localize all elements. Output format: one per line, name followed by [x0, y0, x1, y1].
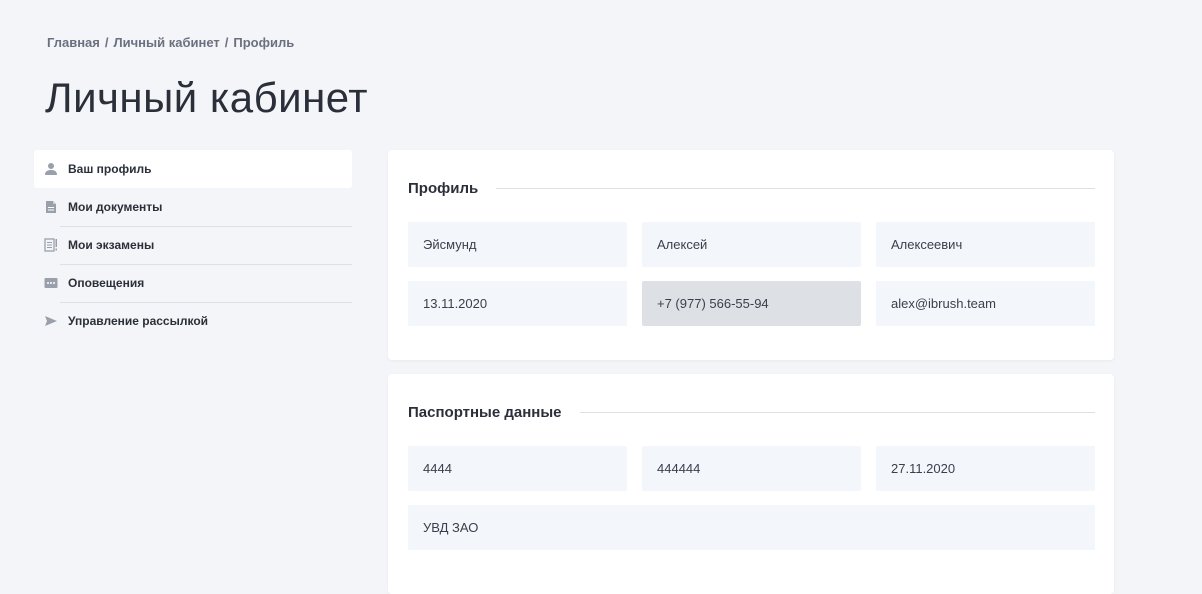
passport-card-header: Паспортные данные: [408, 404, 1095, 421]
sidebar-item-label: Управление рассылкой: [68, 314, 209, 328]
email-field[interactable]: alex@ibrush.team: [876, 281, 1095, 326]
breadcrumb-separator: /: [104, 35, 109, 50]
middle-name-field[interactable]: Алексеевич: [876, 222, 1095, 267]
passport-issued-by-field[interactable]: УВД ЗАО: [408, 505, 1095, 550]
profile-card: Профиль Эйсмунд Алексей Алексеевич 13.11…: [388, 150, 1114, 360]
breadcrumb-current: Профиль: [233, 35, 295, 50]
birth-date-field[interactable]: 13.11.2020: [408, 281, 627, 326]
sidebar-item-label: Ваш профиль: [68, 162, 152, 176]
passport-issue-date-field[interactable]: 27.11.2020: [876, 446, 1095, 491]
last-name-field[interactable]: Эйсмунд: [408, 222, 627, 267]
phone-field: +7 (977) 566-55-94: [642, 281, 861, 326]
sidebar-item-label: Мои документы: [68, 200, 163, 214]
breadcrumb-separator: /: [224, 35, 229, 50]
send-icon: [44, 314, 58, 328]
sidebar-item-documents[interactable]: Мои документы: [34, 188, 352, 226]
divider: [579, 412, 1095, 413]
passport-series-field[interactable]: 4444: [408, 446, 627, 491]
sidebar-item-label: Мои экзамены: [68, 238, 155, 252]
exam-icon: [44, 238, 58, 252]
sidebar-item-exams[interactable]: Мои экзамены: [34, 226, 352, 264]
breadcrumb-home[interactable]: Главная: [47, 35, 100, 50]
sidebar-item-mailing[interactable]: Управление рассылкой: [34, 302, 352, 340]
sidebar-item-label: Оповещения: [68, 276, 145, 290]
first-name-field[interactable]: Алексей: [642, 222, 861, 267]
breadcrumb-account[interactable]: Личный кабинет: [114, 35, 220, 50]
notification-icon: [44, 276, 58, 290]
user-icon: [44, 162, 58, 176]
passport-card-title: Паспортные данные: [408, 404, 562, 421]
profile-card-header: Профиль: [408, 180, 1095, 197]
profile-card-title: Профиль: [408, 180, 479, 197]
document-icon: [44, 200, 58, 214]
sidebar-item-notifications[interactable]: Оповещения: [34, 264, 352, 302]
divider: [496, 188, 1095, 189]
sidebar-item-profile[interactable]: Ваш профиль: [34, 150, 352, 188]
passport-number-field[interactable]: 444444: [642, 446, 861, 491]
breadcrumb: Главная / Личный кабинет / Профиль: [47, 35, 294, 50]
passport-card: Паспортные данные 4444 444444 27.11.2020…: [388, 374, 1114, 594]
page-title: Личный кабинет: [45, 74, 368, 121]
sidebar: Ваш профиль Мои документы Мои экзамены О…: [34, 150, 352, 340]
